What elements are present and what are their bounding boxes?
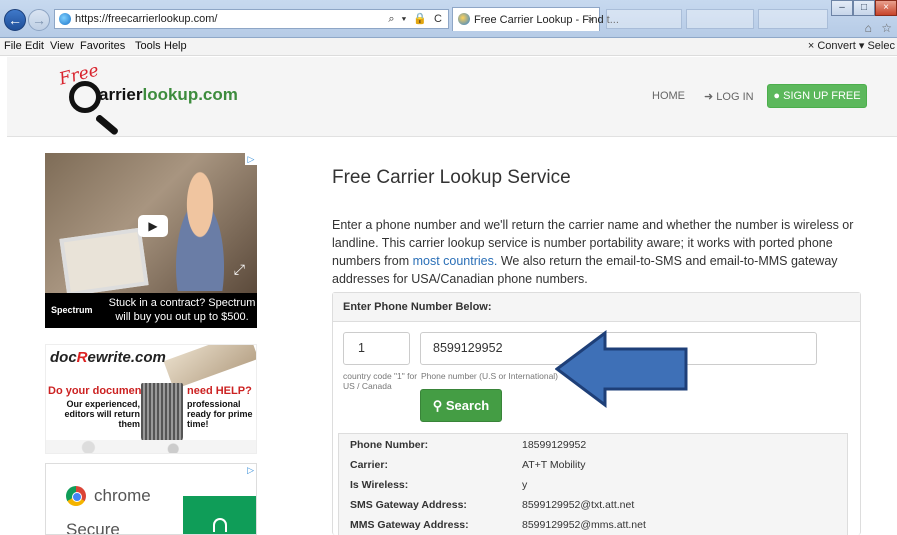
- adchoices-icon[interactable]: ▷: [245, 153, 257, 165]
- video-ad[interactable]: ▶ ⤢ ▷ Spectrum Stuck in a contract? Spec…: [45, 153, 257, 328]
- result-row: SMS Gateway Address: 8599129952@txt.att.…: [339, 496, 849, 516]
- ad2-right-body: professional ready for prime time!: [187, 399, 253, 429]
- close-window-button[interactable]: ×: [875, 0, 897, 16]
- result-value: 8599129952@txt.att.net: [522, 499, 635, 511]
- ad-puppet-image: [165, 171, 235, 291]
- address-url: https://freecarrierlookup.com/: [75, 13, 218, 25]
- ad-caption-bar: Spectrum Stuck in a contract? Spectrum w…: [45, 293, 257, 328]
- page-title: Free Carrier Lookup Service: [332, 167, 571, 188]
- tab-favicon-icon: [458, 13, 470, 25]
- nav-home-link[interactable]: HOME: [652, 90, 685, 102]
- site-logo[interactable]: Free arrierlookup.com: [57, 60, 239, 136]
- menu-file[interactable]: File: [4, 38, 22, 55]
- back-button[interactable]: ←: [4, 9, 26, 31]
- chrome-ad-panel: [183, 496, 256, 534]
- logo-wordmark: arrierlookup.com: [99, 85, 238, 104]
- most-countries-link[interactable]: most countries.: [413, 254, 498, 268]
- forward-button[interactable]: →: [28, 9, 50, 31]
- menu-view[interactable]: View: [50, 38, 74, 55]
- country-code-input[interactable]: 1: [343, 332, 410, 365]
- chrome-ad-secure: Secure: [66, 520, 120, 535]
- expand-icon[interactable]: ⤢: [234, 261, 245, 278]
- docrewrite-ad[interactable]: docRewrite.com Do your documents Our exp…: [45, 344, 257, 454]
- browser-tab[interactable]: [606, 9, 682, 29]
- result-value: AT+T Mobility: [522, 459, 586, 471]
- menu-bar: File Edit View Favorites Tools Help × Co…: [0, 38, 897, 56]
- results-table: Phone Number: 18599129952 Carrier: AT+T …: [338, 433, 848, 535]
- country-code-help: country code "1" for US / Canada: [343, 371, 418, 391]
- tab-title: Free Carrier Lookup - Find t...: [474, 14, 619, 26]
- result-label: Phone Number:: [350, 439, 429, 451]
- ad2-right-title: need HELP?: [187, 385, 252, 397]
- site-favicon-icon: [59, 13, 71, 25]
- result-value: 8599129952@mms.att.net: [522, 519, 646, 531]
- browser-tab[interactable]: [686, 9, 754, 29]
- left-arrow-annotation: [555, 330, 688, 408]
- chrome-logo-icon: [66, 486, 86, 506]
- minimize-button[interactable]: –: [831, 0, 853, 16]
- magnifier-handle: [94, 113, 120, 136]
- result-row: Is Wireless: y: [339, 476, 849, 496]
- result-label: MMS Gateway Address:: [350, 519, 469, 531]
- signup-button[interactable]: ● SIGN UP FREE: [767, 84, 867, 108]
- result-row: Carrier: AT+T Mobility: [339, 456, 849, 476]
- login-icon: ➜: [704, 91, 714, 103]
- tab-close-icon[interactable]: ×: [588, 9, 594, 31]
- result-label: Carrier:: [350, 459, 388, 471]
- browser-tab[interactable]: [758, 9, 828, 29]
- browser-tab-active[interactable]: Free Carrier Lookup - Find t... ×: [452, 7, 619, 31]
- search-button[interactable]: ⚲ Search: [420, 389, 502, 422]
- ad2-left-title: Do your documents: [48, 385, 152, 397]
- menu-edit[interactable]: Edit: [25, 38, 44, 55]
- convert-toolbar[interactable]: × Convert ▾ Selec: [808, 38, 895, 55]
- address-tools[interactable]: ⌕ ▾ 🔒 C: [388, 10, 444, 28]
- chrome-ad-name: chrome: [94, 486, 151, 505]
- ad-laptop-image: [59, 227, 149, 297]
- intro-paragraph: Enter a phone number and we'll return th…: [332, 218, 854, 286]
- menu-tools[interactable]: Tools: [135, 38, 161, 55]
- result-value: 18599129952: [522, 439, 587, 451]
- magnifier-icon: [69, 81, 101, 113]
- chrome-ad[interactable]: ▷ chrome Secure: [45, 463, 257, 535]
- ad-paper-floor: [46, 440, 256, 453]
- panel-heading: Enter Phone Number Below:: [333, 293, 860, 322]
- result-row: Phone Number: 18599129952: [339, 436, 849, 456]
- lock-icon: [213, 518, 227, 532]
- adchoices-icon[interactable]: ▷: [247, 465, 254, 476]
- phone-number-help: Phone number (U.S or International): [421, 371, 559, 381]
- result-value: y: [522, 479, 528, 491]
- ad2-logo: docRewrite.com: [50, 349, 166, 366]
- wastebasket-image: [141, 383, 183, 443]
- result-label: SMS Gateway Address:: [350, 499, 467, 511]
- result-label: Is Wireless:: [350, 479, 409, 491]
- menu-favorites[interactable]: Favorites: [80, 38, 125, 55]
- menu-help[interactable]: Help: [164, 38, 187, 55]
- play-icon[interactable]: ▶: [138, 215, 168, 237]
- ad-brand: Spectrum: [51, 305, 93, 315]
- search-icon: ⚲: [432, 398, 443, 413]
- ad2-left-body: Our experienced, editors will return the…: [64, 399, 140, 429]
- nav-login-link[interactable]: ➜ LOG IN: [704, 90, 754, 103]
- browser-titlebar: ← → https://freecarrierlookup.com/ ⌕ ▾ 🔒…: [0, 0, 897, 38]
- user-icon: ●: [773, 90, 781, 102]
- home-favorites-icons[interactable]: ⌂ ☆: [865, 21, 895, 35]
- ad-copy: Stuck in a contract? Spectrum will buy y…: [108, 297, 256, 323]
- site-header: Free arrierlookup.com HOME ➜ LOG IN ● SI…: [7, 57, 897, 137]
- address-bar[interactable]: https://freecarrierlookup.com/ ⌕ ▾ 🔒 C: [54, 9, 449, 29]
- maximize-button[interactable]: □: [853, 0, 875, 16]
- result-row: MMS Gateway Address: 8599129952@mms.att.…: [339, 516, 849, 535]
